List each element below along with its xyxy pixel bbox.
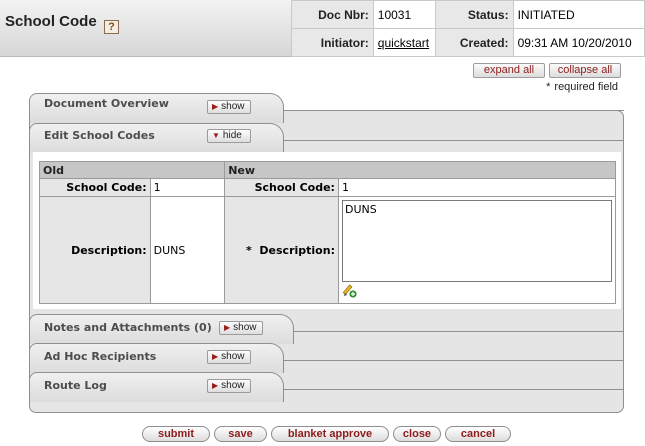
close-button[interactable]: close [393, 426, 441, 442]
new-description-label-text: Description: [259, 243, 335, 257]
document-info-table: Doc Nbr: 10031 Status: INITIATED Initiat… [291, 0, 645, 57]
triangle-right-icon: ▶ [212, 381, 219, 390]
tab-divider [294, 331, 624, 332]
new-school-code-label: School Code: [224, 178, 339, 197]
triangle-right-icon: ▶ [212, 102, 219, 111]
initiator-label: Initiator: [291, 28, 374, 57]
new-description-label: * Description: [224, 196, 339, 304]
pencil-lookup-icon[interactable] [342, 284, 358, 298]
required-star: * [546, 81, 551, 93]
triangle-right-icon: ▶ [212, 352, 219, 361]
doc-nbr-value: 10031 [372, 0, 436, 29]
initiator-cell: quickstart [372, 28, 436, 57]
cancel-button[interactable]: cancel [445, 426, 511, 442]
document-overview-show-button[interactable]: ▶ show [207, 100, 251, 114]
save-button[interactable]: save [214, 426, 267, 442]
doc-nbr-label: Doc Nbr: [291, 0, 374, 29]
ad-hoc-show-button[interactable]: ▶ show [207, 350, 251, 364]
new-column-header: New [224, 161, 616, 179]
description-textarea[interactable]: DUNS [341, 200, 612, 282]
created-label: Created: [434, 28, 514, 57]
old-school-code-label: School Code: [39, 178, 151, 197]
tab-route-log-title: Route Log [44, 379, 107, 392]
notes-show-button[interactable]: ▶ show [219, 321, 263, 335]
old-school-code-value: 1 [149, 178, 226, 197]
submit-button[interactable]: submit [142, 426, 210, 442]
hide-label: hide [222, 130, 242, 141]
tab-notes-title: Notes and Attachments (0) [44, 321, 212, 334]
required-star: * [245, 243, 252, 257]
new-description-cell: DUNS [337, 196, 617, 304]
show-label: show [221, 101, 245, 112]
triangle-down-icon: ▼ [212, 131, 220, 140]
triangle-right-icon: ▶ [224, 323, 231, 332]
tab-document-overview-title: Document Overview [44, 97, 169, 110]
created-value: 09:31 AM 10/20/2010 [512, 28, 645, 57]
help-icon[interactable]: ? [104, 20, 119, 34]
edit-school-codes-hide-button[interactable]: ▼ hide [207, 129, 251, 143]
show-label: show [221, 351, 245, 362]
show-label: show [233, 322, 257, 333]
document-header: School Code ? Doc Nbr: 10031 Status: INI… [0, 0, 645, 57]
tab-ad-hoc-title: Ad Hoc Recipients [44, 350, 157, 363]
blanket-approve-button[interactable]: blanket approve [271, 426, 389, 442]
required-field-note: * required field [546, 81, 622, 93]
new-school-code-value: 1 [337, 178, 617, 197]
tab-divider [284, 110, 624, 111]
initiator-link[interactable]: quickstart [378, 36, 429, 50]
status-label: Status: [434, 0, 514, 29]
expand-all-button[interactable]: expand all [473, 63, 545, 78]
collapse-all-button[interactable]: collapse all [549, 63, 621, 78]
tab-divider [284, 360, 624, 361]
show-label: show [221, 380, 245, 391]
tab-divider [284, 389, 624, 390]
tab-divider [284, 140, 624, 141]
old-description-value: DUNS [149, 196, 226, 304]
required-field-text: required field [554, 81, 618, 93]
maintenance-table: Old New School Code: 1 School Code: 1 De… [38, 161, 617, 304]
old-description-label: Description: [39, 196, 151, 304]
route-log-show-button[interactable]: ▶ show [207, 379, 251, 393]
status-value: INITIATED [512, 0, 645, 29]
old-column-header: Old [38, 161, 226, 179]
tab-edit-school-codes-title: Edit School Codes [44, 129, 155, 142]
page-title: School Code [5, 13, 97, 30]
